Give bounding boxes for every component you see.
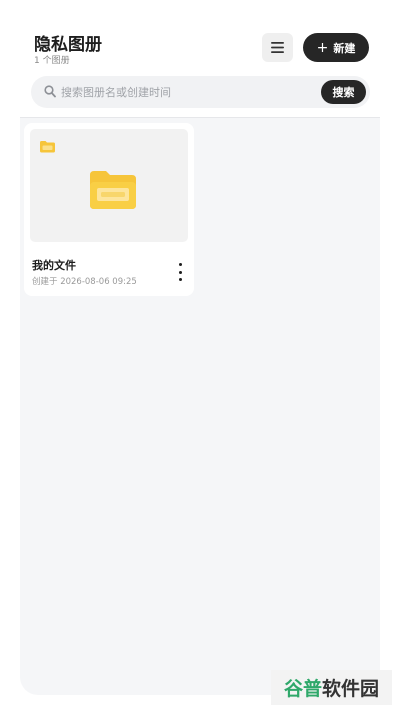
folder-icon bbox=[40, 141, 55, 153]
album-grid: 我的文件 创建于 2026-08-06 09:25 bbox=[20, 118, 380, 695]
menu-button[interactable] bbox=[262, 33, 293, 62]
new-album-button[interactable]: + 新建 bbox=[303, 33, 369, 62]
app-header: 隐私图册 1 个图册 + 新建 bbox=[0, 0, 400, 70]
watermark-logo: 谷普 软件园 bbox=[271, 670, 392, 705]
search-input[interactable] bbox=[61, 76, 311, 108]
album-count: 1 个图册 bbox=[34, 56, 70, 66]
more-dot bbox=[178, 263, 182, 266]
more-vertical-icon[interactable] bbox=[172, 261, 188, 283]
page-title: 隐私图册 bbox=[34, 35, 102, 55]
search-bar: 搜索 bbox=[31, 76, 370, 108]
album-thumbnail[interactable] bbox=[30, 129, 188, 242]
folder-icon bbox=[90, 171, 136, 209]
album-card[interactable]: 我的文件 创建于 2026-08-06 09:25 bbox=[24, 123, 194, 296]
album-created-date: 创建于 2026-08-06 09:25 bbox=[32, 277, 137, 287]
watermark-part-b: 软件园 bbox=[322, 678, 380, 700]
search-icon bbox=[44, 85, 56, 98]
more-dot bbox=[178, 270, 182, 274]
album-name: 我的文件 bbox=[32, 259, 76, 272]
search-button[interactable]: 搜索 bbox=[321, 80, 366, 104]
plus-icon: + bbox=[316, 39, 329, 56]
hamburger-menu-icon bbox=[271, 42, 284, 53]
more-dot bbox=[178, 278, 182, 281]
new-album-label: 新建 bbox=[333, 41, 356, 55]
watermark-part-a: 谷普 bbox=[283, 678, 322, 700]
